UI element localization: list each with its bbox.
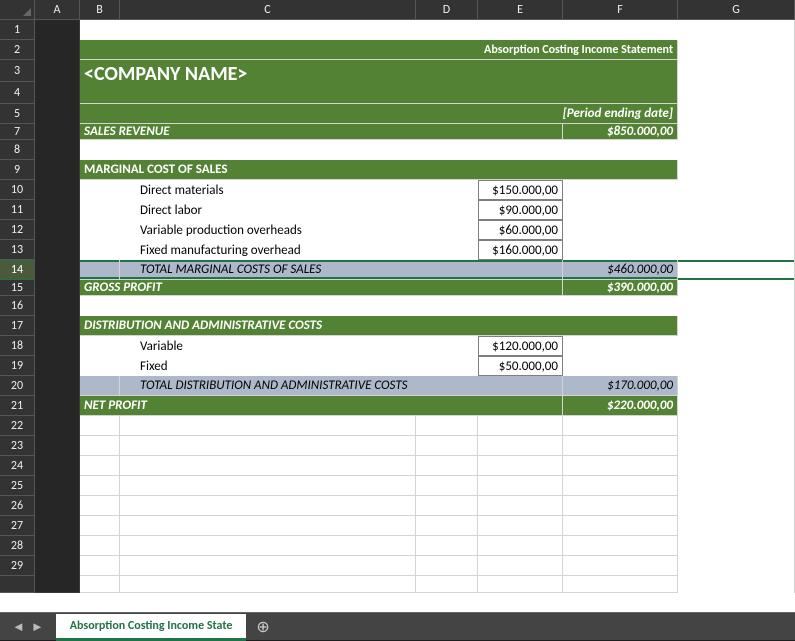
sheet-tab-active[interactable]: Absorption Costing Income State: [56, 614, 247, 641]
row-header[interactable]: 8: [0, 140, 35, 160]
row-header[interactable]: [0, 576, 35, 593]
item-value[interactable]: $160.000,00: [478, 240, 563, 260]
row-header[interactable]: 13: [0, 240, 35, 260]
select-all-corner[interactable]: [0, 0, 35, 20]
company-name[interactable]: <COMPANY NAME>: [80, 60, 678, 104]
row-header[interactable]: 21: [0, 396, 35, 416]
sales-revenue-label[interactable]: SALES REVENUE: [80, 124, 563, 140]
item-value[interactable]: $60.000,00: [478, 220, 563, 240]
tab-nav: ◄ ►: [0, 613, 56, 640]
col-g-area[interactable]: [678, 260, 795, 280]
col-header-D[interactable]: D: [416, 0, 478, 20]
net-profit-label[interactable]: NET PROFIT: [80, 396, 563, 416]
row-header[interactable]: 24: [0, 456, 35, 476]
row-header-selected[interactable]: 14: [0, 260, 35, 280]
dist-total-value[interactable]: $170.000,00: [563, 376, 678, 396]
dist-section[interactable]: DISTRIBUTION AND ADMINISTRATIVE COSTS: [80, 316, 678, 336]
row-header[interactable]: 12: [0, 220, 35, 240]
row-header[interactable]: 25: [0, 476, 35, 496]
item-value[interactable]: $150.000,00: [478, 180, 563, 200]
row-header[interactable]: 29: [0, 556, 35, 576]
row-header[interactable]: 20: [0, 376, 35, 396]
row-header[interactable]: 26: [0, 496, 35, 516]
item-label[interactable]: Fixed: [120, 356, 416, 376]
add-sheet-button[interactable]: ⊕: [246, 613, 279, 640]
gross-profit-value[interactable]: $390.000,00: [563, 280, 678, 296]
row-header[interactable]: 5: [0, 104, 35, 124]
item-label[interactable]: Direct labor: [120, 200, 416, 220]
grid[interactable]: A B C D E F G 1 2 3 4 5 7 8 9 10 11 12 1…: [0, 0, 795, 612]
marginal-section[interactable]: MARGINAL COST OF SALES: [80, 160, 678, 180]
row-header[interactable]: 19: [0, 356, 35, 376]
item-value[interactable]: $50.000,00: [478, 356, 563, 376]
item-label[interactable]: Direct materials: [120, 180, 416, 200]
row-header[interactable]: 27: [0, 516, 35, 536]
item-value[interactable]: $90.000,00: [478, 200, 563, 220]
period-ending[interactable]: [Period ending date]: [80, 104, 678, 124]
row-header[interactable]: 11: [0, 200, 35, 220]
row-header[interactable]: 9: [0, 160, 35, 180]
col-header-F[interactable]: F: [563, 0, 678, 20]
row-header[interactable]: 10: [0, 180, 35, 200]
blank-row[interactable]: [80, 140, 678, 160]
tab-next-icon[interactable]: ►: [31, 619, 44, 635]
row-header[interactable]: 17: [0, 316, 35, 336]
col-header-B[interactable]: B: [80, 0, 120, 20]
row-header[interactable]: 23: [0, 436, 35, 456]
item-label[interactable]: Variable production overheads: [120, 220, 416, 240]
col-header-E[interactable]: E: [478, 0, 563, 20]
row-header[interactable]: 3: [0, 60, 35, 82]
marginal-total-label[interactable]: TOTAL MARGINAL COSTS OF SALES: [120, 260, 563, 280]
row-header[interactable]: 1: [0, 20, 35, 40]
gross-profit-label[interactable]: GROSS PROFIT: [80, 280, 563, 296]
net-profit-value[interactable]: $220.000,00: [563, 396, 678, 416]
marginal-total-value[interactable]: $460.000,00: [563, 260, 678, 280]
row-header[interactable]: 15: [0, 280, 35, 296]
col-header-G[interactable]: G: [678, 0, 795, 20]
item-label[interactable]: Fixed manufacturing overhead: [120, 240, 416, 260]
row-header[interactable]: 7: [0, 124, 35, 140]
spreadsheet-window: A B C D E F G 1 2 3 4 5 7 8 9 10 11 12 1…: [0, 0, 795, 640]
statement-title[interactable]: Absorption Costing Income Statement: [80, 40, 678, 60]
tab-prev-icon[interactable]: ◄: [12, 619, 25, 635]
row-header[interactable]: 16: [0, 296, 35, 316]
col-g-area[interactable]: [678, 280, 795, 593]
sales-revenue-value[interactable]: $850.000,00: [563, 124, 678, 140]
row-header[interactable]: 18: [0, 336, 35, 356]
row-header[interactable]: 4: [0, 82, 35, 104]
sheet-tab-bar: ◄ ► Absorption Costing Income State ⊕: [0, 612, 795, 640]
col-g-area[interactable]: [678, 20, 795, 260]
blank-row[interactable]: [80, 296, 678, 316]
row-header[interactable]: 22: [0, 416, 35, 436]
row-header[interactable]: 2: [0, 40, 35, 60]
col-a-gutter[interactable]: [35, 20, 80, 593]
blank-row[interactable]: [80, 20, 678, 40]
item-label[interactable]: Variable: [120, 336, 416, 356]
col-header-A[interactable]: A: [35, 0, 80, 20]
row-header[interactable]: 28: [0, 536, 35, 556]
item-value[interactable]: $120.000,00: [478, 336, 563, 356]
col-header-C[interactable]: C: [120, 0, 416, 20]
dist-total-label[interactable]: TOTAL DISTRIBUTION AND ADMINISTRATIVE CO…: [120, 376, 563, 396]
